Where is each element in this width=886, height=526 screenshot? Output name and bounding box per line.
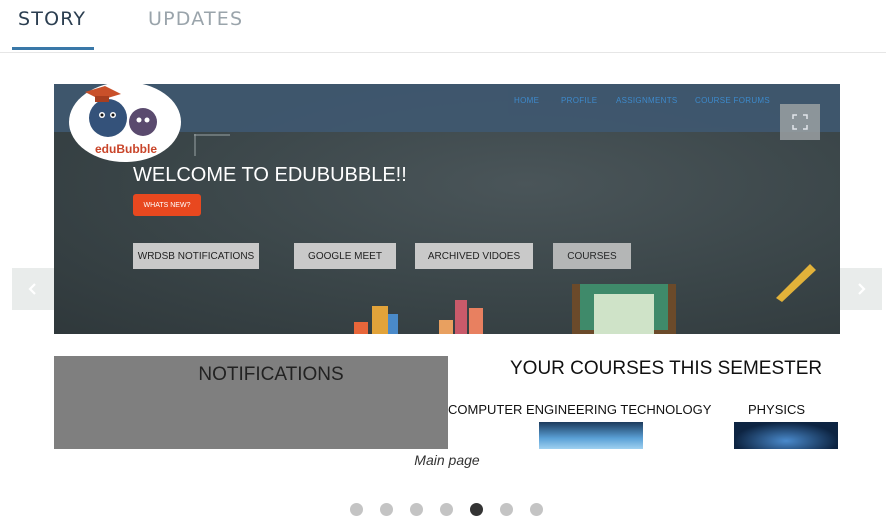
archived-videos-button[interactable]: ARCHIVED VIDOES bbox=[415, 243, 533, 269]
notifications-title: NOTIFICATIONS bbox=[198, 364, 344, 385]
carousel-slide-image[interactable]: HOME PROFILE ASSIGNMENTS COURSE FORUMS e… bbox=[54, 84, 840, 449]
logo-text: eduBubble bbox=[95, 142, 157, 156]
pagination-dot[interactable] bbox=[530, 503, 543, 516]
active-tab-indicator bbox=[12, 47, 94, 50]
pagination-dot[interactable] bbox=[350, 503, 363, 516]
course-label-cet: COMPUTER ENGINEERING TECHNOLOGY bbox=[448, 402, 712, 417]
chevron-left-icon bbox=[28, 283, 36, 295]
wrdsb-notifications-button[interactable]: WRDSB NOTIFICATIONS bbox=[133, 243, 259, 269]
courses-title: YOUR COURSES THIS SEMESTER bbox=[510, 358, 823, 379]
google-meet-button[interactable]: GOOGLE MEET bbox=[294, 243, 396, 269]
tab-bar: STORY UPDATES bbox=[0, 0, 886, 53]
pagination-dot[interactable] bbox=[500, 503, 513, 516]
pagination-dot[interactable] bbox=[470, 503, 483, 516]
chalk-doodle bbox=[194, 134, 196, 156]
nav-link-assignments[interactable]: ASSIGNMENTS bbox=[616, 96, 678, 105]
pagination-dot[interactable] bbox=[440, 503, 453, 516]
next-slide-button[interactable] bbox=[840, 268, 882, 310]
fullscreen-icon bbox=[792, 114, 808, 130]
nav-link-course-forums[interactable]: COURSE FORUMS bbox=[695, 96, 770, 105]
pagination-dot[interactable] bbox=[410, 503, 423, 516]
pencil-illustration bbox=[776, 264, 816, 302]
chevron-right-icon bbox=[858, 283, 866, 295]
pagination-dot[interactable] bbox=[380, 503, 393, 516]
nav-link-home[interactable]: HOME bbox=[514, 96, 539, 105]
welcome-heading: WELCOME TO EDUBUBBLE!! bbox=[133, 164, 407, 186]
previous-slide-button[interactable] bbox=[12, 268, 54, 310]
tab-updates[interactable]: UPDATES bbox=[148, 8, 243, 30]
tab-story[interactable]: STORY bbox=[18, 8, 86, 30]
chalk-doodle bbox=[194, 134, 230, 136]
books-illustration bbox=[354, 284, 676, 334]
course-thumbnail-physics bbox=[734, 422, 838, 449]
nav-link-profile[interactable]: PROFILE bbox=[561, 96, 597, 105]
course-thumbnail-cet bbox=[539, 422, 643, 449]
course-label-physics: PHYSICS bbox=[748, 402, 806, 417]
chalkboard-hero: HOME PROFILE ASSIGNMENTS COURSE FORUMS e… bbox=[54, 84, 840, 334]
whats-new-button[interactable]: WHATS NEW? bbox=[133, 194, 201, 216]
slide-caption: Main page bbox=[414, 452, 480, 468]
courses-button[interactable]: COURSES bbox=[553, 243, 631, 269]
fullscreen-button[interactable] bbox=[780, 104, 820, 140]
edububble-logo: eduBubble bbox=[69, 84, 181, 162]
